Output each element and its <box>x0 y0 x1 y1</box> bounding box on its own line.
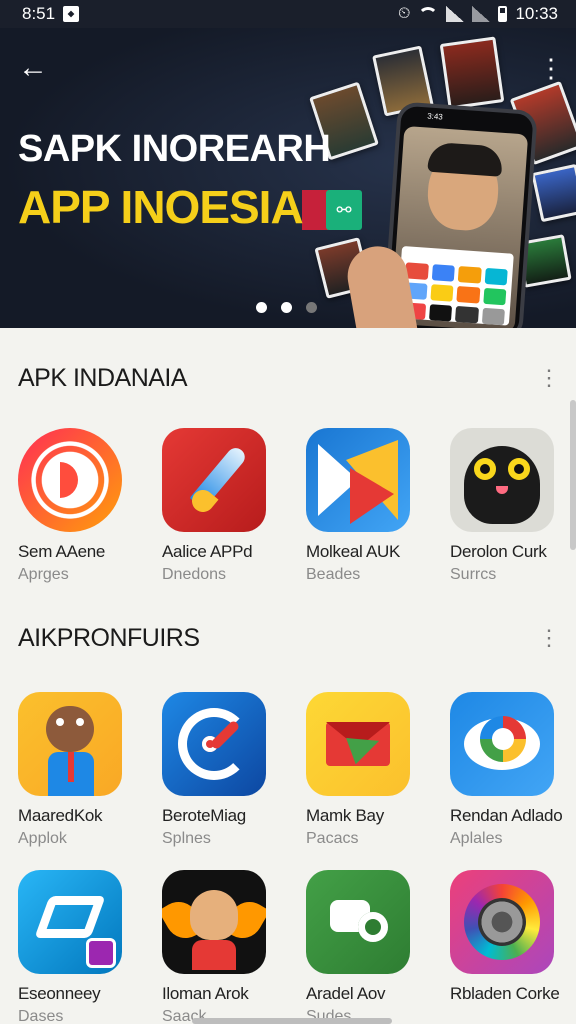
app-name: Sem AAene <box>18 542 106 561</box>
app-name: Molkeal AUK <box>306 542 401 561</box>
carousel-dot[interactable] <box>256 302 267 313</box>
status-left: 8:51 <box>22 4 80 24</box>
mini-app-icon <box>431 264 455 282</box>
mini-app-icon <box>484 267 508 286</box>
person-hair <box>427 141 504 177</box>
battery-icon <box>498 6 508 22</box>
envelope-icon <box>306 692 410 796</box>
carousel-dot[interactable] <box>281 302 292 313</box>
app-category: Dnedons <box>162 566 227 583</box>
app-tile[interactable]: Molkeal AUK Beades <box>306 428 436 584</box>
mini-app-icon <box>454 305 479 324</box>
signal-icon-2 <box>472 6 491 22</box>
mini-app-icon <box>482 287 507 306</box>
app-tile[interactable]: Rendan Adlado Aplales <box>450 692 576 848</box>
app-category: Applok <box>18 830 67 847</box>
app-tile[interactable]: Eseonneey Dases <box>18 870 148 1024</box>
app-category: Aprges <box>18 566 69 583</box>
status-right: ⏲ 10:33 <box>398 4 558 24</box>
app-name: Mamk Bay <box>306 806 384 825</box>
carousel-dot[interactable] <box>306 302 317 313</box>
app-tile[interactable]: Mamk Bay Pacacs <box>306 692 436 848</box>
hero-title-line2: APP INOESIA <box>18 181 304 233</box>
app-category: Dases <box>18 1008 64 1024</box>
mini-app-icon <box>481 307 505 326</box>
fox-icon <box>162 870 266 974</box>
wifi-icon <box>418 7 439 21</box>
ring-icon <box>18 428 122 532</box>
app-name: MaaredKok <box>18 806 103 825</box>
owl-icon <box>450 428 554 532</box>
app-tile[interactable]: Sem AAene Aprges <box>18 428 148 584</box>
app-category: Pacacs <box>306 830 359 847</box>
poster-tag-red <box>302 190 328 230</box>
status-bar: 8:51 ⏲ 10:33 <box>0 0 576 28</box>
paper-plane-icon <box>306 428 410 532</box>
diamond-icon <box>18 870 122 974</box>
phone-time: 3:43 <box>426 111 444 122</box>
section-title: APK INDANAIA <box>18 363 188 392</box>
section-more-icon[interactable]: ⋮ <box>538 625 560 651</box>
mini-app-icon <box>428 304 453 322</box>
chat-icon <box>306 870 410 974</box>
more-vert-icon[interactable]: ⋮ <box>538 55 564 84</box>
app-category: Splnes <box>162 830 211 847</box>
section-header-1: APK INDANAIA ⋮ <box>18 358 560 398</box>
signal-icon <box>446 6 465 22</box>
app-tile[interactable]: Iloman Arok Saack <box>162 870 292 1024</box>
app-tile[interactable]: Aalice APPd Dnedons <box>162 428 292 584</box>
app-name: Iloman Arok <box>162 984 249 1003</box>
status-time: 10:33 <box>515 4 558 23</box>
home-indicator[interactable] <box>192 1018 392 1024</box>
app-category: Aplales <box>450 830 503 847</box>
poster-card <box>531 163 576 223</box>
app-tile[interactable]: Derolon Curk Surrcs <box>450 428 576 584</box>
app-tile[interactable]: Aradel Aov Sudes <box>306 870 436 1024</box>
app-tile[interactable]: MaaredKok Applok <box>18 692 148 848</box>
section-header-2: AIKPRONFUIRS ⋮ <box>18 618 560 658</box>
scrollbar-thumb[interactable] <box>570 400 576 550</box>
app-tile[interactable]: Rbladen Corke <box>450 870 576 1008</box>
rocket-icon <box>162 428 266 532</box>
section-more-icon[interactable]: ⋮ <box>538 365 560 391</box>
app-name: Rbladen Corke <box>450 984 560 1003</box>
compass-icon <box>162 692 266 796</box>
section-title: AIKPRONFUIRS <box>18 623 200 652</box>
app-name: Aradel Aov <box>306 984 386 1003</box>
alarm-icon: ⏲ <box>397 5 411 22</box>
hero-banner[interactable]: ← ⋮ ⚯ SAPK INOREARH APP INOESIA 3:43 <box>0 28 576 328</box>
hero-title-line1: SAPK INOREARH <box>18 128 331 170</box>
app-name: Aalice APPd <box>162 542 253 561</box>
app-name: Derolon Curk <box>450 542 547 561</box>
status-left-text: 8:51 <box>22 4 56 23</box>
poster-tag-green: ⚯ <box>326 190 362 230</box>
app-category: Surrcs <box>450 566 497 583</box>
app-name: Eseonneey <box>18 984 101 1003</box>
cartoon-cat-icon <box>18 692 122 796</box>
mini-app-icon <box>457 266 482 284</box>
notification-icon <box>63 6 80 22</box>
poster-card <box>439 36 505 110</box>
carousel-pagination <box>256 302 317 313</box>
back-arrow-icon[interactable]: ← <box>18 53 50 86</box>
app-category: Beades <box>306 566 361 583</box>
eye-icon <box>450 692 554 796</box>
app-name: Rendan Adlado <box>450 806 563 825</box>
mini-app-icon <box>456 285 480 304</box>
camera-lens-icon <box>450 870 554 974</box>
app-tile[interactable]: BeroteMiag Splnes <box>162 692 292 848</box>
app-name: BeroteMiag <box>162 806 246 825</box>
mini-app-icon <box>429 284 454 302</box>
